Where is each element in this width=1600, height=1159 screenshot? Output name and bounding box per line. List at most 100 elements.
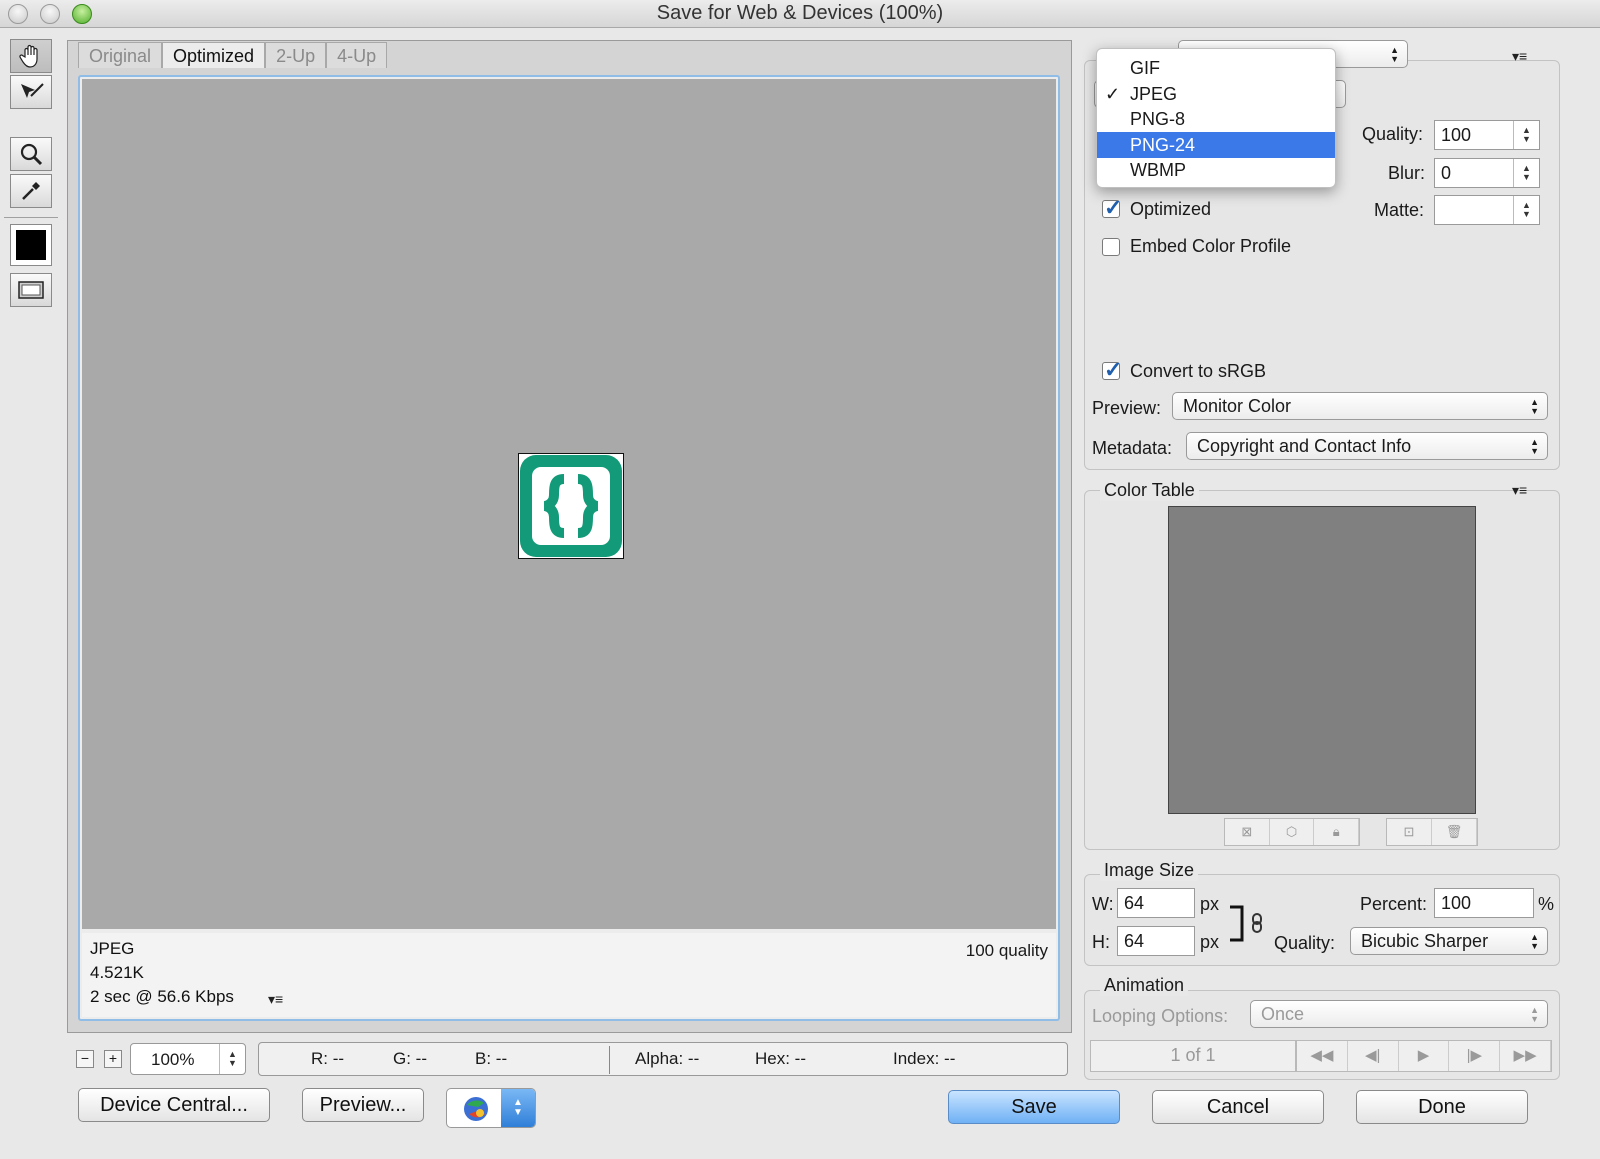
height-value: 64: [1124, 931, 1145, 951]
tab-original[interactable]: Original: [78, 42, 163, 68]
tool-divider: [4, 217, 58, 218]
color-table-title: Color Table: [1100, 480, 1199, 501]
format-option-gif[interactable]: GIF: [1097, 55, 1335, 81]
resample-stepper-icon: ▲ ▼: [1530, 932, 1539, 951]
readout-g: G: --: [393, 1049, 427, 1068]
color-table-menu-icon[interactable]: ▾≡: [1512, 482, 1527, 499]
resample-quality-select[interactable]: Bicubic Sharper ▲ ▼: [1350, 927, 1548, 955]
height-field[interactable]: 64: [1117, 926, 1195, 956]
window-title: Save for Web & Devices (100%): [656, 2, 944, 24]
tab-4-up[interactable]: 4-Up: [326, 42, 388, 68]
image-preview: [518, 453, 624, 559]
preview-button[interactable]: Preview...: [302, 1088, 424, 1122]
looping-stepper-icon: ▲ ▼: [1530, 1005, 1539, 1024]
play-icon[interactable]: ▶: [1399, 1041, 1450, 1071]
optimize-menu-icon[interactable]: ▾≡: [1512, 48, 1527, 65]
image-format: JPEG: [90, 939, 135, 958]
metadata-select-value: Copyright and Contact Info: [1197, 436, 1412, 456]
hand-tool-icon[interactable]: [10, 39, 52, 73]
readout-alpha: Alpha: --: [635, 1049, 700, 1068]
readout-divider: [609, 1046, 610, 1074]
embed-color-profile-checkbox[interactable]: [1102, 238, 1120, 256]
optimized-label: Optimized: [1130, 199, 1212, 219]
device-central-button[interactable]: Device Central...: [78, 1088, 270, 1122]
slice-select-icon[interactable]: [10, 75, 52, 109]
percent-value: 100: [1441, 893, 1472, 913]
title-bar: Save for Web & Devices (100%): [0, 0, 1600, 28]
add-color-icon[interactable]: ⊡: [1387, 819, 1432, 845]
save-button[interactable]: Save: [948, 1090, 1120, 1124]
matte-stepper-icon[interactable]: ▲ ▼: [1513, 196, 1539, 224]
download-time: 2 sec @ 56.6 Kbps: [90, 987, 234, 1006]
first-frame-icon[interactable]: ◀◀: [1297, 1041, 1348, 1071]
tab-2-up[interactable]: 2-Up: [265, 42, 327, 68]
link-chain-icon[interactable]: [1228, 904, 1268, 944]
blur-field[interactable]: 0 ▲ ▼: [1434, 158, 1540, 188]
preview-stepper-icon: ▲ ▼: [1530, 397, 1539, 416]
quality-value: 100: [1441, 125, 1472, 145]
panel-menu-icon[interactable]: ▾≡: [268, 991, 283, 1008]
width-value: 64: [1124, 893, 1145, 913]
readout-b: B: --: [475, 1049, 508, 1068]
looping-options-select[interactable]: Once ▲ ▼: [1250, 1000, 1548, 1028]
zoom-stepper-icon[interactable]: ▲ ▼: [219, 1044, 245, 1074]
convert-srgb-checkbox[interactable]: [1102, 357, 1122, 383]
done-button[interactable]: Done: [1356, 1090, 1528, 1124]
web-shift-icon[interactable]: ⬡: [1270, 819, 1315, 845]
animation-controls: ◀◀ ◀| ▶ |▶ ▶▶: [1296, 1040, 1552, 1072]
height-unit: px: [1200, 932, 1220, 952]
optimized-checkbox[interactable]: [1102, 195, 1122, 221]
format-option-png24[interactable]: PNG-24: [1097, 132, 1335, 158]
optimized-image-pane[interactable]: JPEG 4.521K 2 sec @ 56.6 Kbps ▾≡ 100 qua…: [78, 75, 1060, 1021]
tab-optimized[interactable]: Optimized: [162, 42, 266, 68]
width-field[interactable]: 64: [1117, 888, 1195, 918]
format-option-png8[interactable]: PNG-8: [1097, 106, 1335, 132]
tool-strip: [0, 29, 60, 1159]
color-table-swatches[interactable]: [1168, 506, 1476, 814]
width-label: W:: [1092, 894, 1114, 914]
matte-label: Matte:: [1374, 200, 1425, 220]
quality-note: 100 quality: [965, 941, 1048, 960]
metadata-stepper-icon: ▲ ▼: [1530, 437, 1539, 456]
previous-frame-icon[interactable]: ◀|: [1348, 1041, 1399, 1071]
last-frame-icon[interactable]: ▶▶: [1500, 1041, 1551, 1071]
color-table-tools-left: ⊠ ⬡ 🔒︎: [1224, 818, 1360, 846]
metadata-select[interactable]: Copyright and Contact Info ▲ ▼: [1186, 432, 1548, 460]
preview-label: Preview:: [1092, 398, 1162, 418]
zoom-icon[interactable]: [10, 137, 52, 171]
zoom-level-field[interactable]: 100% ▲ ▼: [130, 1043, 246, 1075]
zoom-out-button[interactable]: −: [76, 1050, 94, 1068]
quality-label: Quality:: [1362, 124, 1424, 144]
looping-options-value: Once: [1261, 1004, 1305, 1024]
blur-stepper-icon[interactable]: ▲ ▼: [1513, 159, 1539, 187]
color-table-tools-right: ⊡ 🗑︎: [1386, 818, 1478, 846]
width-unit: px: [1200, 894, 1220, 914]
browser-icon: [464, 1097, 488, 1121]
quality-field[interactable]: 100 ▲ ▼: [1434, 120, 1540, 150]
format-option-jpeg[interactable]: ✓ JPEG: [1097, 81, 1335, 107]
resample-quality-label: Quality:: [1274, 933, 1336, 953]
image-canvas[interactable]: [82, 79, 1056, 929]
quality-stepper-icon[interactable]: ▲ ▼: [1513, 121, 1539, 149]
lock-color-icon[interactable]: 🔒︎: [1314, 819, 1360, 845]
cancel-button[interactable]: Cancel: [1152, 1090, 1324, 1124]
matte-field[interactable]: ▲ ▼: [1434, 195, 1540, 225]
frame-counter: 1 of 1: [1090, 1040, 1296, 1072]
delete-color-icon[interactable]: 🗑︎: [1432, 819, 1477, 845]
map-transparent-icon[interactable]: ⊠: [1225, 819, 1270, 845]
zoom-level-value: 100%: [151, 1050, 195, 1069]
browser-menu-stepper-icon[interactable]: ▲ ▼: [501, 1089, 535, 1127]
readout-index: Index: --: [893, 1049, 956, 1068]
preview-in-browser-button[interactable]: ▲ ▼: [446, 1088, 536, 1128]
preview-select-value: Monitor Color: [1183, 396, 1292, 416]
toggle-slices-icon[interactable]: [10, 273, 52, 307]
zoom-in-button[interactable]: +: [104, 1050, 122, 1068]
eyedropper-icon[interactable]: [10, 174, 52, 208]
format-option-wbmp[interactable]: WBMP: [1097, 157, 1335, 183]
eyedropper-color-swatch[interactable]: [10, 224, 52, 266]
percent-field[interactable]: 100: [1434, 888, 1534, 918]
next-frame-icon[interactable]: |▶: [1449, 1041, 1501, 1071]
resample-quality-value: Bicubic Sharper: [1361, 931, 1489, 951]
preview-select[interactable]: Monitor Color ▲ ▼: [1172, 392, 1548, 420]
looping-options-label: Looping Options:: [1092, 1006, 1229, 1026]
